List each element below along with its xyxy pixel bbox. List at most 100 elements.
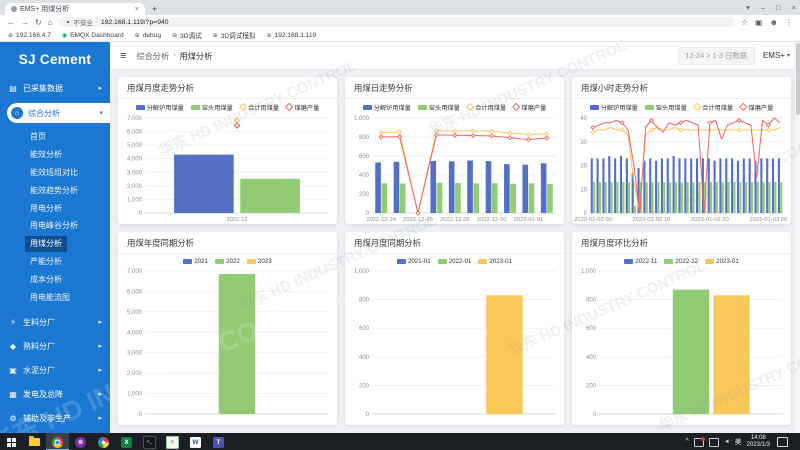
legend-item[interactable]: 合计用煤量 [467, 103, 506, 112]
bookmark-item[interactable]: ◉EMQX Dashboard [62, 32, 124, 39]
sidebar-group-item[interactable]: ▣水泥分厂▸ [0, 358, 110, 382]
tray-language-indicator[interactable]: 美 [735, 437, 742, 447]
user-dropdown[interactable]: EMS+ ▾ [763, 51, 790, 60]
breadcrumb-section[interactable]: 综合分析 [136, 50, 169, 62]
taskbar-app-app-purple[interactable] [69, 433, 92, 450]
sidebar-submenu-item[interactable]: 首页 [30, 128, 110, 146]
chart-legend: 2021 2022 2023 [118, 254, 337, 265]
window-minimize-button[interactable]: – [761, 3, 765, 12]
taskbar-app-app-rainbow[interactable] [92, 433, 115, 450]
legend-item[interactable]: 2023-01 [705, 258, 739, 265]
sidebar-submenu-item[interactable]: 用电能流图 [30, 288, 110, 306]
action-center-icon[interactable] [777, 437, 788, 447]
power-icon: ▦ [8, 390, 18, 399]
sidebar-group-item[interactable]: ◆熟料分厂▸ [0, 334, 110, 358]
svg-text:800: 800 [359, 298, 370, 304]
svg-text:5,000: 5,000 [127, 143, 143, 149]
bookmark-star-icon[interactable]: ☆ [741, 18, 748, 27]
sidebar-submenu-item[interactable]: 用煤分析 [25, 236, 67, 252]
legend-item[interactable]: 窑头用煤量 [645, 103, 687, 112]
tray-clock[interactable]: 14:08 2023/1/3 [747, 435, 770, 449]
legend-bar-marker-icon [418, 105, 427, 110]
legend-item[interactable]: 窑头用煤量 [418, 103, 460, 112]
legend-item[interactable]: 2022-12 [664, 258, 698, 265]
sidebar-group-item[interactable]: ⚡生料分厂▸ [0, 310, 110, 334]
bookmark-item[interactable]: ⊕192.168.4.7 [8, 32, 51, 39]
chart-canvas[interactable]: 01,0002,0003,0004,0005,0006,0007,0002022… [120, 113, 335, 224]
tray-date: 2023/1/3 [747, 442, 770, 449]
reload-icon[interactable]: ↻ [35, 18, 42, 27]
sidebar-submenu-item[interactable]: 产能分析 [30, 253, 110, 271]
new-tab-button[interactable]: + [152, 4, 157, 15]
sidebar-submenu-item[interactable]: 用电分析 [30, 199, 110, 217]
legend-item[interactable]: 2022-01 [438, 258, 472, 265]
legend-item[interactable]: 窑头用煤量 [191, 103, 233, 112]
tab-close-icon[interactable]: × [135, 6, 139, 13]
not-secure-warning-icon[interactable]: ▲ [66, 19, 71, 25]
chart-canvas[interactable]: 02004006008001,000 [574, 266, 789, 425]
legend-item[interactable]: 2022-11 [624, 258, 657, 265]
legend-label: 2022-11 [635, 258, 657, 265]
sidebar-submenu-item[interactable]: 成本分析 [30, 271, 110, 289]
tray-chevron-up-icon[interactable]: ^ [685, 438, 688, 445]
taskbar-app-word[interactable]: W [184, 433, 207, 450]
legend-item[interactable]: 2021-01 [397, 258, 431, 265]
legend-item[interactable]: 2022 [215, 258, 240, 265]
bookmark-item[interactable]: ⊕3D调试模拟 [213, 30, 256, 40]
sidebar-group-comprehensive-analysis[interactable]: ⌂ 综合分析 ▾ [7, 103, 110, 123]
legend-item[interactable]: 分解炉用煤量 [136, 103, 184, 112]
bookmark-item[interactable]: ⊕debug [135, 32, 161, 39]
chart-canvas[interactable]: 02004006008001,000 [347, 266, 562, 425]
legend-item[interactable]: 分解炉用煤量 [363, 103, 411, 112]
window-restore-button[interactable]: □ [776, 3, 781, 12]
legend-item[interactable]: 合计用煤量 [694, 103, 733, 112]
legend-item[interactable]: 煤磨产量 [513, 103, 546, 112]
url-input[interactable]: ▲ 不安全 | 192.168.1.119/?p=940 [59, 17, 735, 27]
browser-tab[interactable]: EMS+ 用煤分析 × [5, 3, 145, 15]
sidebar-group-collected-data[interactable]: ▤ 已采集数据 ▸ [0, 76, 110, 100]
hamburger-menu-icon[interactable]: ≡ [120, 50, 126, 62]
tray-app-badge-icon[interactable] [694, 438, 704, 447]
chart-canvas[interactable]: 0102030402023-01-02 002023-01-02 102023-… [574, 113, 789, 224]
taskbar-app-terminal[interactable]: >_ [138, 433, 161, 450]
sidebar-submenu-item[interactable]: 能效分析 [30, 146, 110, 164]
browser-menu-kebab-icon[interactable]: ⋮ [785, 18, 793, 27]
taskbar-app-excel[interactable]: X [115, 433, 138, 450]
bookmark-item[interactable]: ⊕192.168.1.119 [267, 32, 317, 39]
svg-text:400: 400 [359, 355, 370, 361]
tray-monitor-icon[interactable] [709, 438, 719, 447]
svg-text:7,000: 7,000 [127, 116, 143, 122]
legend-item[interactable]: 分解炉用煤量 [590, 103, 638, 112]
home-icon[interactable]: ⌂ [48, 18, 53, 27]
bookmark-item[interactable]: ⊕3D调试 [172, 30, 202, 40]
legend-item[interactable]: 合计用煤量 [240, 103, 279, 112]
forward-icon[interactable]: → [21, 18, 29, 27]
sidebar-group-item[interactable]: ⚙辅助及非生产▸ [0, 406, 110, 430]
window-close-button[interactable]: × [792, 3, 796, 12]
taskbar-app-file-explorer[interactable] [23, 433, 46, 450]
app-logo: SJ Cement [0, 42, 110, 76]
sidebar-submenu-item[interactable]: 能效趋势分析 [30, 181, 110, 199]
legend-item[interactable]: 2023-01 [478, 258, 512, 265]
taskbar-app-chrome[interactable] [46, 433, 69, 450]
tray-speaker-muted-icon[interactable]: ◄× [724, 439, 730, 445]
sidebar-submenu-item[interactable]: 用电峰谷分析 [30, 217, 110, 235]
chart-canvas[interactable]: 02004006008001,0002022-12-242022-12-2620… [347, 113, 562, 224]
legend-item[interactable]: 煤磨产量 [740, 103, 773, 112]
side-panel-icon[interactable]: ▣ [755, 18, 763, 27]
sidebar-submenu-item[interactable]: 能效班组对比 [30, 164, 110, 182]
legend-item[interactable]: 煤磨产量 [286, 103, 319, 112]
taskbar-app-teams[interactable]: T [207, 433, 230, 450]
taskbar-app-notepad[interactable]: ≡ [161, 433, 184, 450]
sidebar-group-item[interactable]: ▦发电及总降▸ [0, 382, 110, 406]
taskbar-app-start[interactable] [0, 433, 23, 450]
tab-search-chevron-icon[interactable]: ▾ [746, 3, 750, 12]
back-icon[interactable]: ← [7, 18, 15, 27]
profile-avatar-icon[interactable]: ☻ [770, 18, 778, 27]
legend-item[interactable]: 2021 [183, 258, 208, 265]
legend-item[interactable]: 2023 [247, 258, 272, 265]
scrollbar-thumb[interactable] [796, 43, 800, 115]
chart-canvas[interactable]: 01,0002,0003,0004,0005,0006,0007,000 [120, 266, 335, 425]
page-scrollbar[interactable] [794, 42, 800, 433]
date-range-button[interactable]: 12-24 > 1-3 日数据 [678, 47, 755, 65]
